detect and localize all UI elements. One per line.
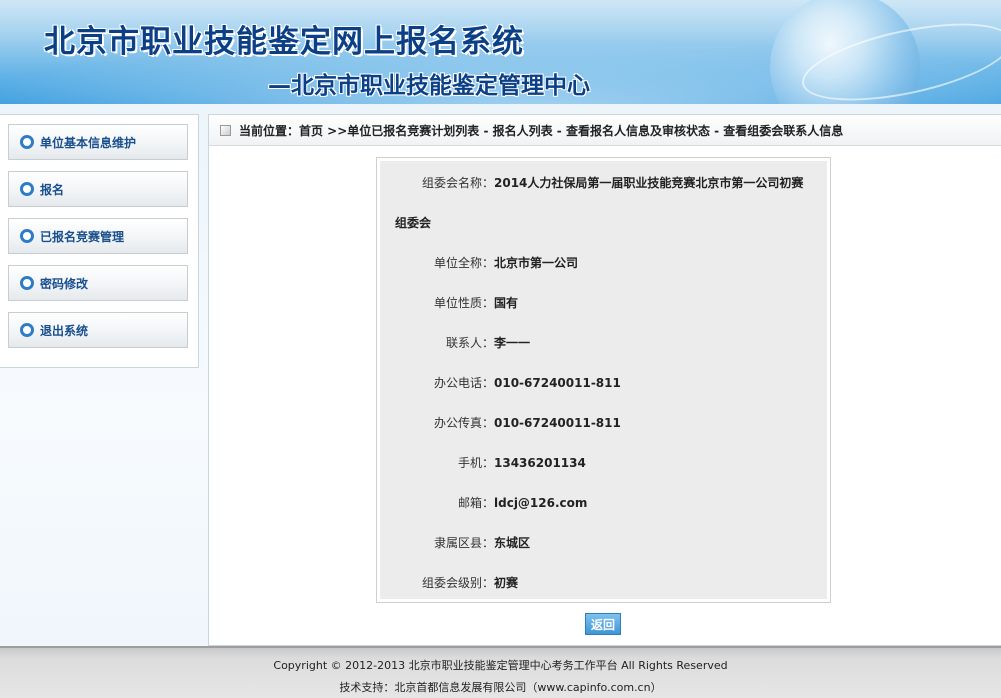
- committee-name-value-cont: 组委会: [395, 216, 432, 230]
- back-button[interactable]: 返回: [585, 613, 621, 635]
- row-district: 隶属区县：东城区: [380, 534, 827, 551]
- mobile-label: 手机：: [457, 456, 494, 470]
- sidebar-item-label: 已报名竞赛管理: [40, 229, 125, 244]
- site-title: 北京市职业技能鉴定网上报名系统: [44, 24, 524, 60]
- contact-label: 联系人：: [445, 336, 494, 350]
- email-label: 邮箱：: [457, 496, 494, 510]
- committee-name-value: 2014人力社保局第一届职业技能竞赛北京市第一公司初赛: [494, 176, 804, 190]
- sidebar-item-label: 报名: [40, 182, 65, 197]
- phone-value: 010-67240011-811: [494, 376, 621, 390]
- fax-value: 010-67240011-811: [494, 416, 621, 430]
- contact-info-box: 组委会名称：2014人力社保局第一届职业技能竞赛北京市第一公司初赛 组委会 单位…: [376, 157, 831, 603]
- committee-name-label: 组委会名称：: [421, 176, 494, 190]
- nature-label: 单位性质：: [433, 296, 494, 310]
- mobile-value: 13436201134: [494, 456, 586, 470]
- company-value: 北京市第一公司: [494, 256, 579, 270]
- sidebar-item-label: 单位基本信息维护: [40, 135, 137, 150]
- location-icon: [220, 124, 231, 136]
- breadcrumb-text: 当前位置：首页 >>单位已报名竞赛计划列表 - 报名人列表 - 查看报名人信息及…: [239, 123, 844, 138]
- sidebar: 单位基本信息维护 报名 已报名竞赛管理 密码修改 退出系统: [0, 114, 199, 368]
- row-nature: 单位性质：国有: [380, 294, 827, 311]
- row-contact: 联系人：李一一: [380, 334, 827, 351]
- row-phone: 办公电话：010-67240011-811: [380, 374, 827, 391]
- sidebar-item-register[interactable]: 报名: [8, 171, 188, 207]
- nature-value: 国有: [494, 296, 519, 310]
- district-value: 东城区: [494, 536, 531, 550]
- bullet-icon: [20, 229, 34, 243]
- main-panel: 当前位置：首页 >>单位已报名竞赛计划列表 - 报名人列表 - 查看报名人信息及…: [208, 114, 1001, 646]
- contact-value: 李一一: [494, 336, 531, 350]
- bullet-icon: [20, 182, 34, 196]
- sidebar-item-logout[interactable]: 退出系统: [8, 312, 188, 348]
- bullet-icon: [20, 323, 34, 337]
- breadcrumb: 当前位置：首页 >>单位已报名竞赛计划列表 - 报名人列表 - 查看报名人信息及…: [209, 115, 1001, 146]
- sidebar-item-label: 退出系统: [40, 323, 89, 338]
- sidebar-item-label: 密码修改: [40, 276, 89, 291]
- site-subtitle: —北京市职业技能鉴定管理中心: [268, 73, 590, 99]
- contact-info-table: 组委会名称：2014人力社保局第一届职业技能竞赛北京市第一公司初赛 组委会 单位…: [380, 161, 827, 599]
- row-mobile: 手机：13436201134: [380, 454, 827, 471]
- row-fax: 办公传真：010-67240011-811: [380, 414, 827, 431]
- footer-support: 技术支持：北京首都信息发展有限公司（www.capinfo.com.cn）: [339, 681, 662, 694]
- footer: Copyright © 2012-2013 北京市职业技能鉴定管理中心考务工作平…: [0, 646, 1001, 698]
- row-committee-name: 组委会名称：2014人力社保局第一届职业技能竞赛北京市第一公司初赛: [380, 174, 827, 191]
- fax-label: 办公传真：: [433, 416, 494, 430]
- row-company: 单位全称：北京市第一公司: [380, 254, 827, 271]
- level-label: 组委会级别：: [421, 576, 494, 590]
- bullet-icon: [20, 135, 34, 149]
- sidebar-item-registered-competitions[interactable]: 已报名竞赛管理: [8, 218, 188, 254]
- district-label: 隶属区县：: [433, 536, 494, 550]
- footer-copyright: Copyright © 2012-2013 北京市职业技能鉴定管理中心考务工作平…: [273, 659, 728, 672]
- phone-label: 办公电话：: [433, 376, 494, 390]
- row-level: 组委会级别：初赛: [380, 574, 827, 591]
- level-value: 初赛: [494, 576, 519, 590]
- header-banner: 北京市职业技能鉴定网上报名系统 —北京市职业技能鉴定管理中心: [0, 0, 1001, 104]
- sidebar-item-unit-info[interactable]: 单位基本信息维护: [8, 124, 188, 160]
- email-value: ldcj@126.com: [494, 496, 588, 510]
- row-email: 邮箱：ldcj@126.com: [380, 494, 827, 511]
- sidebar-item-change-password[interactable]: 密码修改: [8, 265, 188, 301]
- company-label: 单位全称：: [433, 256, 494, 270]
- bullet-icon: [20, 276, 34, 290]
